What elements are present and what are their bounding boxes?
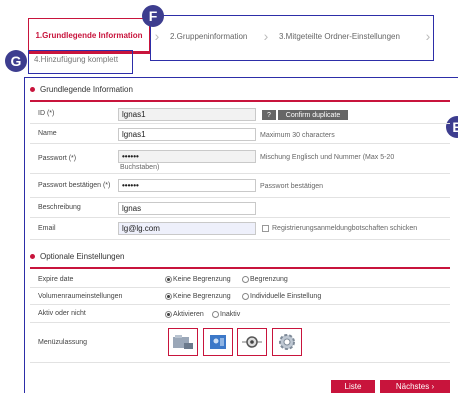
annotation-frame-f (150, 15, 434, 61)
radio-label: Keine Begrenzung (173, 276, 231, 283)
radio-label: Individuelle Einstellung (250, 293, 322, 300)
radio-icon (242, 293, 249, 300)
send-registration-checkbox[interactable] (262, 225, 269, 232)
expire-limit-radio[interactable]: Begrenzung (242, 276, 288, 283)
volume-label: Volumenraumeinstellungen (38, 292, 123, 300)
radio-label: Keine Begrenzung (173, 293, 231, 300)
send-registration-label: Registrierungsanmeldungbotschaften schic… (272, 225, 418, 232)
section-title-text: Grundlegende Information (40, 85, 133, 94)
radio-icon (212, 311, 219, 318)
menu-label: Menüzulassung (38, 339, 88, 346)
password-hint: Mischung Englisch und Nummer (Max 5-20 (260, 154, 395, 161)
confirm-password-label: Passwort bestätigen (*) (38, 181, 111, 189)
annotation-marker-f: F (142, 5, 164, 27)
email-input[interactable]: lg@lg.com (118, 222, 256, 235)
confirm-password-hint: Passwort bestätigen (260, 183, 324, 190)
section-divider (30, 267, 450, 269)
password-input[interactable]: •••••• (118, 150, 256, 163)
section-divider (30, 100, 450, 102)
row-volume: Volumenraumeinstellungen (30, 288, 450, 305)
radio-selected-icon (165, 276, 172, 283)
activate-radio[interactable]: Aktivieren (165, 311, 204, 318)
step-complete[interactable]: 4.Hinzufügung komplett (34, 55, 118, 64)
inactive-radio[interactable]: Inaktiv (212, 311, 240, 318)
next-button[interactable]: Nächstes › (380, 380, 450, 393)
id-label: ID (*) (38, 109, 55, 117)
settings-gear-icon[interactable] (272, 328, 302, 356)
list-button[interactable]: Liste (331, 380, 375, 393)
password-hint-continued: Buchstaben) (120, 164, 160, 171)
volume-individual-radio[interactable]: Individuelle Einstellung (242, 293, 321, 300)
radio-label: Begrenzung (250, 276, 288, 283)
radio-selected-icon (165, 311, 172, 318)
description-label: Beschreibung (38, 203, 81, 211)
help-button[interactable]: ? (262, 110, 276, 120)
active-label: Aktiv oder nicht (38, 310, 86, 317)
section-title-basic: Grundlegende Information (30, 85, 133, 94)
file-manager-icon[interactable] (168, 328, 198, 356)
name-hint: Maximum 30 characters (260, 132, 335, 139)
section-title-text: Optionale Einstellungen (40, 252, 125, 261)
step-basic-info[interactable]: 1.Grundlegende Information (28, 18, 150, 54)
row-expire: Expire date (30, 271, 450, 288)
radio-selected-icon (165, 293, 172, 300)
bullet-icon (30, 87, 35, 92)
section-title-optional: Optionale Einstellungen (30, 252, 125, 261)
radio-label: Aktivieren (173, 311, 204, 318)
name-label: Name (38, 129, 57, 137)
description-input[interactable]: lgnas (118, 202, 256, 215)
name-input[interactable]: lgnas1 (118, 128, 256, 141)
annotation-marker-g: G (5, 50, 27, 72)
email-label: Email (38, 224, 56, 232)
expire-label: Expire date (38, 275, 74, 283)
expire-no-limit-radio[interactable]: Keine Begrenzung (165, 276, 231, 283)
id-input[interactable]: lgnas1 (118, 108, 256, 121)
backup-icon[interactable] (237, 328, 267, 356)
password-label: Passwort (*) (38, 154, 77, 162)
confirm-duplicate-button[interactable]: Confirm duplicate (278, 110, 348, 120)
confirm-password-input[interactable]: •••••• (118, 179, 256, 192)
bullet-icon (30, 254, 35, 259)
radio-icon (242, 276, 249, 283)
volume-no-limit-radio[interactable]: Keine Begrenzung (165, 293, 231, 300)
radio-label: Inaktiv (220, 311, 241, 318)
photo-viewer-icon[interactable] (203, 328, 233, 356)
